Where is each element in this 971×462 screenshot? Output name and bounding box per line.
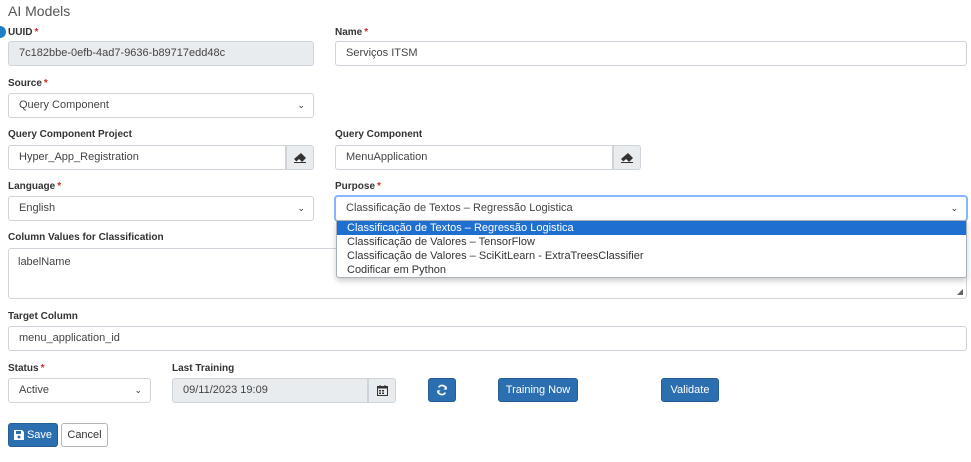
status-label: Status * bbox=[8, 363, 44, 374]
status-label-text: Status bbox=[8, 363, 39, 374]
source-label: Source * bbox=[8, 78, 48, 89]
query-component-label: Query Component bbox=[335, 129, 423, 140]
cancel-button[interactable]: Cancel bbox=[61, 423, 108, 447]
calendar-button[interactable] bbox=[368, 378, 396, 403]
required-marker: * bbox=[43, 78, 48, 89]
chevron-down-icon: ⌄ bbox=[297, 100, 305, 110]
chevron-down-icon: ⌄ bbox=[297, 203, 305, 213]
save-button[interactable]: Save bbox=[8, 423, 58, 447]
source-select-value: Query Component bbox=[19, 99, 109, 111]
purpose-label-text: Purpose bbox=[335, 181, 376, 192]
refresh-icon bbox=[437, 384, 447, 396]
chevron-down-icon: ⌄ bbox=[134, 385, 142, 395]
language-label-text: Language bbox=[8, 181, 56, 192]
purpose-option[interactable]: Codificar em Python bbox=[337, 263, 966, 277]
purpose-option[interactable]: Classificação de Valores – TensorFlow bbox=[337, 235, 966, 249]
query-component-project-input[interactable]: Hyper_App_Registration bbox=[8, 145, 286, 170]
language-label: Language * bbox=[8, 181, 61, 192]
clear-query-component-button[interactable] bbox=[613, 145, 641, 170]
last-training-label: Last Training bbox=[172, 363, 235, 374]
status-dot-icon bbox=[0, 26, 6, 38]
target-column-input[interactable]: menu_application_id bbox=[8, 326, 967, 351]
validate-button[interactable]: Validate bbox=[661, 378, 719, 402]
eraser-icon bbox=[294, 152, 306, 163]
name-label-text: Name bbox=[335, 27, 363, 38]
status-select-value: Active bbox=[19, 384, 49, 396]
purpose-option[interactable]: Classificação de Valores – SciKitLearn -… bbox=[337, 249, 966, 263]
required-marker: * bbox=[34, 27, 39, 38]
clear-project-button[interactable] bbox=[286, 145, 314, 170]
name-input[interactable]: Serviços ITSM bbox=[335, 41, 967, 66]
refresh-button[interactable] bbox=[428, 378, 456, 402]
uuid-field: 7c182bbe-0efb-4ad7-9636-b89717edd48c bbox=[8, 41, 314, 66]
floppy-disk-icon bbox=[13, 430, 24, 440]
calendar-icon bbox=[376, 385, 388, 396]
name-label: Name * bbox=[335, 27, 368, 38]
save-button-label: Save bbox=[26, 429, 53, 441]
source-select[interactable]: Query Component ⌄ bbox=[8, 93, 314, 118]
required-marker: * bbox=[57, 181, 62, 192]
purpose-select-value: Classificação de Textos – Regressão Logi… bbox=[346, 202, 573, 214]
eraser-icon bbox=[621, 152, 633, 163]
purpose-label: Purpose * bbox=[335, 181, 381, 192]
required-marker: * bbox=[40, 363, 45, 374]
purpose-option[interactable]: Classificação de Textos – Regressão Logi… bbox=[337, 221, 966, 235]
query-component-project-label: Query Component Project bbox=[8, 129, 132, 140]
last-training-field: 09/11/2023 19:09 bbox=[172, 378, 368, 403]
uuid-label: UUID * bbox=[8, 27, 38, 38]
uuid-label-text: UUID bbox=[8, 27, 33, 38]
source-label-text: Source bbox=[8, 78, 42, 89]
status-select[interactable]: Active ⌄ bbox=[8, 378, 151, 403]
required-marker: * bbox=[364, 27, 369, 38]
purpose-dropdown-list: Classificação de Textos – Regressão Logi… bbox=[336, 220, 967, 278]
purpose-select[interactable]: Classificação de Textos – Regressão Logi… bbox=[335, 196, 967, 221]
chevron-down-icon: ⌄ bbox=[950, 203, 958, 213]
language-select-value: English bbox=[19, 202, 56, 214]
page-title: AI Models bbox=[8, 3, 71, 19]
column-values-label: Column Values for Classification bbox=[8, 232, 164, 243]
training-now-button[interactable]: Training Now bbox=[498, 378, 578, 402]
column-values-text: labelName bbox=[18, 256, 71, 268]
required-marker: * bbox=[377, 181, 381, 192]
query-component-input[interactable]: MenuApplication bbox=[335, 145, 613, 170]
language-select[interactable]: English ⌄ bbox=[8, 196, 314, 221]
target-column-label: Target Column bbox=[8, 311, 78, 322]
resize-handle-icon[interactable]: ◢ bbox=[957, 287, 963, 296]
